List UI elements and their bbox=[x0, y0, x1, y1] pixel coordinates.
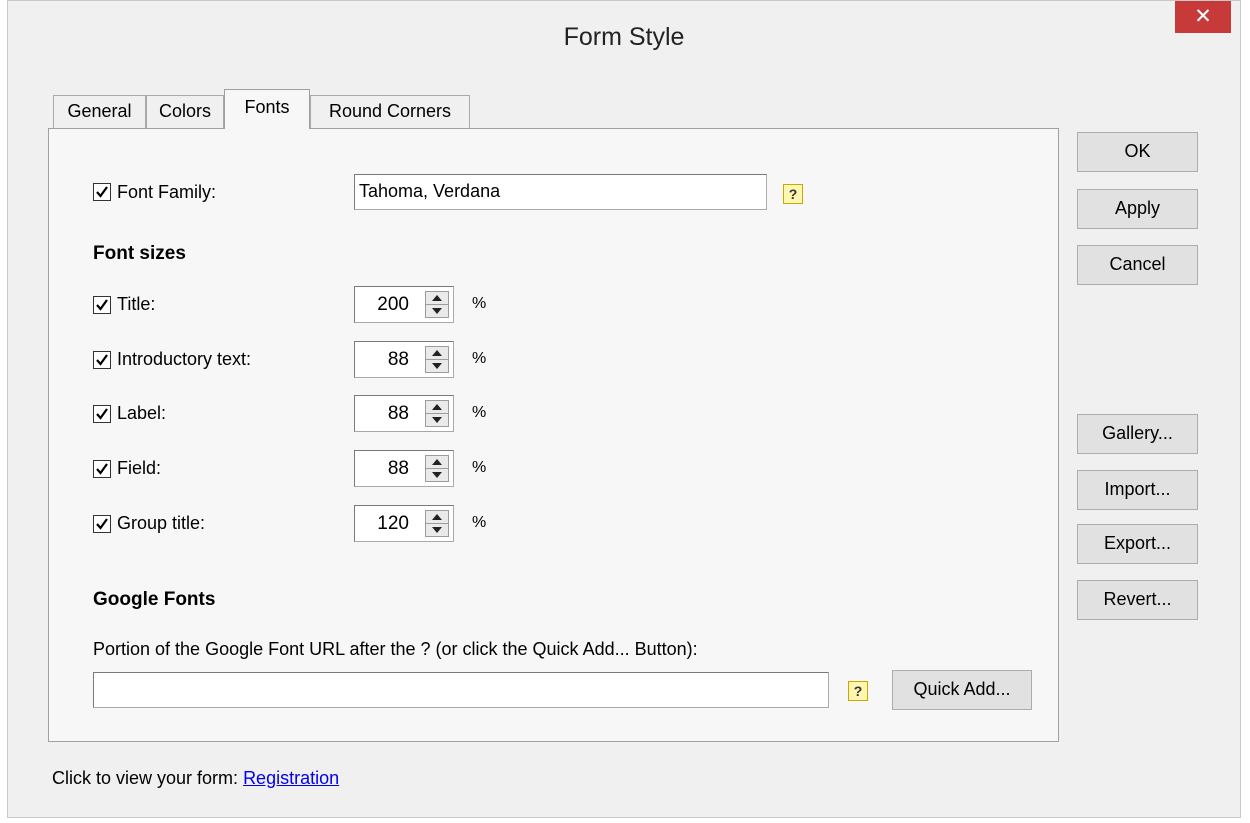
checkmark-icon bbox=[96, 186, 108, 198]
spin-down-icon[interactable] bbox=[432, 308, 442, 314]
introductory-text-size-label: Introductory text: bbox=[117, 349, 252, 369]
tab-general-label: General bbox=[67, 101, 132, 121]
cancel-button[interactable]: Cancel bbox=[1077, 245, 1198, 285]
title-bar: Form Style ✕ bbox=[8, 1, 1240, 73]
spin-up-icon[interactable] bbox=[432, 514, 442, 520]
tab-round-corners[interactable]: Round Corners bbox=[310, 95, 470, 129]
title-size-stepper[interactable]: 200 bbox=[354, 286, 454, 323]
title-size-label: Title: bbox=[117, 294, 156, 314]
spin-up-icon[interactable] bbox=[432, 459, 442, 465]
font-family-help-icon[interactable]: ? bbox=[783, 184, 803, 204]
quick-add-button[interactable]: Quick Add... bbox=[892, 670, 1032, 710]
form-style-dialog: Form Style ✕ General Colors Fonts Round … bbox=[7, 0, 1241, 818]
close-button[interactable]: ✕ bbox=[1175, 1, 1231, 33]
close-icon: ✕ bbox=[1194, 5, 1212, 28]
gallery-button[interactable]: Gallery... bbox=[1077, 414, 1198, 454]
checkmark-icon bbox=[96, 354, 108, 366]
title-size-value: 200 bbox=[377, 294, 409, 315]
field-size-checkbox[interactable] bbox=[93, 460, 111, 478]
registration-link[interactable]: Registration bbox=[243, 768, 339, 788]
group-title-size-label: Group title: bbox=[117, 513, 206, 533]
label-size-value: 88 bbox=[387, 403, 409, 424]
spin-arrows[interactable] bbox=[425, 510, 449, 537]
checkmark-icon bbox=[96, 299, 108, 311]
spin-arrows[interactable] bbox=[425, 400, 449, 427]
checkmark-icon bbox=[96, 518, 108, 530]
label-size-checkbox[interactable] bbox=[93, 405, 111, 423]
font-family-label: Font Family: bbox=[117, 182, 217, 202]
spin-up-icon[interactable] bbox=[432, 350, 442, 356]
font-family-input[interactable]: Tahoma, Verdana bbox=[354, 174, 767, 210]
spin-up-icon[interactable] bbox=[432, 295, 442, 301]
tab-fonts-label: Fonts bbox=[244, 97, 290, 117]
ok-button[interactable]: OK bbox=[1077, 132, 1198, 172]
tab-fonts[interactable]: Fonts bbox=[224, 89, 310, 129]
spin-arrows[interactable] bbox=[425, 346, 449, 373]
spin-down-icon[interactable] bbox=[432, 527, 442, 533]
fonts-tab-panel: Font Family: Tahoma, Verdana ? Font size… bbox=[48, 128, 1059, 742]
field-size-stepper[interactable]: 88 bbox=[354, 450, 454, 487]
field-size-value: 88 bbox=[387, 458, 409, 479]
spin-down-icon[interactable] bbox=[432, 417, 442, 423]
spin-up-icon[interactable] bbox=[432, 404, 442, 410]
font-sizes-heading: Font sizes bbox=[93, 243, 186, 264]
introductory-text-size-unit: % bbox=[472, 350, 487, 367]
group-title-size-value: 120 bbox=[377, 513, 409, 534]
google-fonts-heading: Google Fonts bbox=[93, 589, 216, 610]
spin-arrows[interactable] bbox=[425, 291, 449, 318]
footer-text: Click to view your form: Registration bbox=[52, 768, 339, 789]
field-size-label: Field: bbox=[117, 458, 162, 478]
view-form-prompt: Click to view your form: bbox=[52, 768, 239, 788]
spin-down-icon[interactable] bbox=[432, 472, 442, 478]
google-fonts-prompt: Portion of the Google Font URL after the… bbox=[93, 639, 698, 659]
import-button[interactable]: Import... bbox=[1077, 470, 1198, 510]
introductory-text-size-value: 88 bbox=[387, 349, 409, 370]
export-button[interactable]: Export... bbox=[1077, 524, 1198, 564]
title-size-unit: % bbox=[472, 295, 487, 312]
checkmark-icon bbox=[96, 408, 108, 420]
introductory-text-size-checkbox[interactable] bbox=[93, 351, 111, 369]
spin-down-icon[interactable] bbox=[432, 363, 442, 369]
google-fonts-help-icon[interactable]: ? bbox=[848, 681, 868, 701]
tab-colors[interactable]: Colors bbox=[146, 95, 224, 129]
google-fonts-input[interactable] bbox=[93, 672, 829, 708]
group-title-size-checkbox[interactable] bbox=[93, 515, 111, 533]
group-title-size-stepper[interactable]: 120 bbox=[354, 505, 454, 542]
title-size-checkbox[interactable] bbox=[93, 296, 111, 314]
group-title-size-unit: % bbox=[472, 514, 487, 531]
font-family-checkbox[interactable] bbox=[93, 183, 111, 201]
label-size-unit: % bbox=[472, 404, 487, 421]
tab-general[interactable]: General bbox=[53, 95, 146, 129]
spin-arrows[interactable] bbox=[425, 455, 449, 482]
tab-colors-label: Colors bbox=[158, 101, 211, 121]
window-title: Form Style bbox=[563, 23, 685, 51]
label-size-label: Label: bbox=[117, 403, 167, 423]
revert-button[interactable]: Revert... bbox=[1077, 580, 1198, 620]
apply-button[interactable]: Apply bbox=[1077, 189, 1198, 229]
checkmark-icon bbox=[96, 463, 108, 475]
label-size-stepper[interactable]: 88 bbox=[354, 395, 454, 432]
tab-round-corners-label: Round Corners bbox=[328, 101, 452, 121]
field-size-unit: % bbox=[472, 459, 487, 476]
introductory-text-size-stepper[interactable]: 88 bbox=[354, 341, 454, 378]
